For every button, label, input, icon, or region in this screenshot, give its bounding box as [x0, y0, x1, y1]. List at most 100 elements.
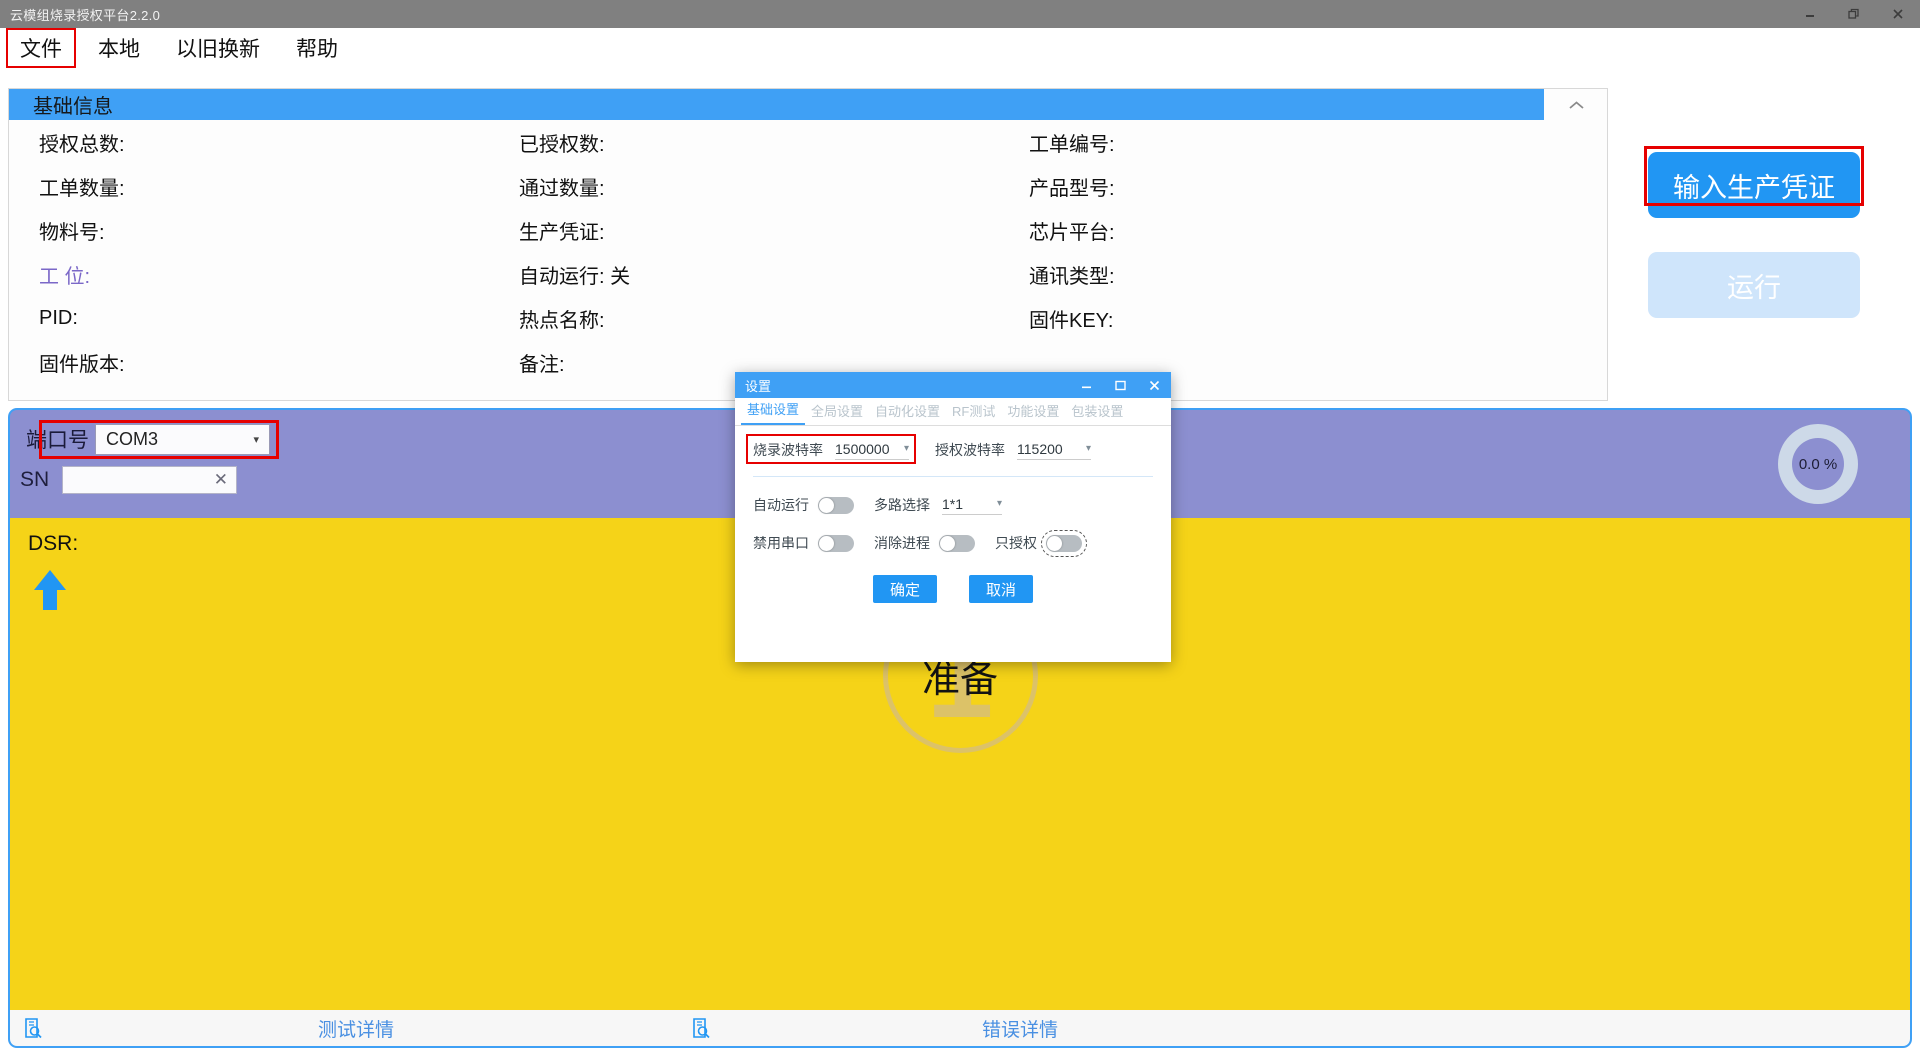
burn-baud-highlight — [746, 434, 916, 464]
settings-minimize-button[interactable] — [1069, 372, 1103, 398]
label-production-credential: 生产凭证: — [519, 221, 605, 244]
label-firmware-key: 固件KEY: — [1029, 309, 1114, 332]
auto-run-toggle[interactable] — [818, 496, 854, 514]
basic-info-title: 基础信息 — [33, 96, 113, 118]
clear-icon[interactable]: ✕ — [214, 470, 228, 490]
tab-function-settings[interactable]: 功能设置 — [1001, 401, 1065, 425]
settings-tabs: 基础设置 全局设置 自动化设置 RF测试 功能设置 包装设置 — [735, 398, 1171, 426]
disable-serial-label: 禁用串口 — [753, 535, 809, 551]
toggle-knob — [940, 535, 955, 551]
tab-basic-settings[interactable]: 基础设置 — [741, 399, 806, 425]
menu-item-trade-in[interactable]: 以旧换新 — [162, 28, 274, 68]
ok-button[interactable]: 确定 — [873, 575, 937, 603]
tab-rf-test[interactable]: RF测试 — [946, 401, 1001, 425]
auto-run-label: 自动运行 — [753, 497, 809, 513]
toggle-knob — [1047, 535, 1062, 551]
cancel-button[interactable]: 取消 — [969, 575, 1033, 603]
divider — [753, 476, 1153, 477]
toggle-knob — [819, 535, 834, 551]
toggle-knob — [819, 497, 834, 513]
menu-item-help[interactable]: 帮助 — [282, 28, 352, 68]
label-work-order-qty: 工单数量: — [39, 177, 125, 200]
close-icon — [1149, 380, 1159, 390]
info-row: 物料号: 生产凭证: 芯片平台: — [9, 208, 1607, 252]
close-button[interactable] — [1876, 0, 1920, 28]
sn-input-wrap[interactable]: ✕ — [62, 466, 237, 494]
disable-serial-toggle[interactable] — [818, 534, 854, 552]
close-icon — [1893, 9, 1903, 19]
info-row: 工 位: 自动运行: 关 通讯类型: — [9, 252, 1607, 296]
chevron-down-icon: ▾ — [996, 498, 1002, 509]
progress-gauge: 0.0 % — [1778, 424, 1858, 504]
error-detail-label[interactable]: 错误详情 — [982, 1015, 1058, 1042]
test-detail-button[interactable] — [24, 1017, 43, 1039]
tab-package-settings[interactable]: 包装设置 — [1065, 401, 1129, 425]
auth-baud-field: 授权波特率 115200 ▾ — [935, 440, 1091, 460]
kill-process-label: 消除进程 — [874, 535, 930, 551]
label-comm-type: 通讯类型: — [1029, 265, 1115, 288]
auth-baud-select[interactable]: 115200 ▾ — [1017, 441, 1091, 460]
window-titlebar: 云模组烧录授权平台2.2.0 — [0, 0, 1920, 28]
settings-maximize-button[interactable] — [1103, 372, 1137, 398]
info-row: 授权总数: 已授权数: 工单编号: — [9, 120, 1607, 164]
maximize-icon — [1114, 380, 1126, 390]
chevron-up-icon — [1568, 100, 1584, 109]
label-total-auth: 授权总数: — [39, 133, 125, 156]
window-controls — [1788, 0, 1920, 28]
sn-row: SN ✕ — [20, 466, 237, 494]
label-auto-run-status: 自动运行: 关 — [519, 265, 631, 288]
settings-dialog-title: 设置 — [745, 378, 772, 394]
label-material-no: 物料号: — [39, 221, 105, 244]
auth-baud-value: 115200 — [1017, 440, 1063, 457]
minimize-button[interactable] — [1788, 0, 1832, 28]
bottom-status-bar: 测试详情 错误详情 — [8, 1010, 1912, 1048]
enter-production-credential-button[interactable]: 输入生产凭证 — [1644, 146, 1864, 218]
label-firmware-version: 固件版本: — [39, 353, 125, 376]
label-product-model: 产品型号: — [1029, 177, 1115, 200]
window-title: 云模组烧录授权平台2.2.0 — [10, 7, 161, 23]
collapse-panel-button[interactable] — [1563, 94, 1589, 116]
settings-dialog-body: 烧录波特率 1500000 ▾ 授权波特率 115200 ▾ 自动运行 多路选择… — [735, 426, 1171, 603]
settings-dialog-titlebar: 设置 — [735, 372, 1171, 398]
run-button[interactable]: 运行 — [1648, 252, 1860, 318]
multi-select[interactable]: 1*1 ▾ — [942, 496, 1002, 515]
restore-button[interactable] — [1832, 0, 1876, 28]
multi-select-label: 多路选择 — [874, 497, 930, 513]
kill-process-toggle[interactable] — [939, 534, 975, 552]
error-detail-button[interactable] — [692, 1017, 711, 1039]
tab-global-settings[interactable]: 全局设置 — [805, 401, 869, 425]
only-auth-toggle[interactable] — [1041, 529, 1087, 557]
credential-button-highlight — [1644, 146, 1864, 206]
label-chip-platform: 芯片平台: — [1029, 221, 1115, 244]
document-search-icon — [693, 1017, 710, 1038]
auto-run-row: 自动运行 多路选择 1*1 ▾ — [753, 495, 1153, 515]
only-auth-label: 只授权 — [995, 535, 1037, 551]
multi-select-value: 1*1 — [942, 495, 964, 512]
basic-info-panel: 基础信息 授权总数: 已授权数: 工单编号: 工单数量: 通过数量: 产品型号:… — [8, 88, 1608, 401]
document-search-icon — [25, 1017, 42, 1038]
progress-gauge-value: 0.0 % — [1792, 438, 1844, 490]
sn-label: SN — [20, 468, 50, 491]
menu-bar: 文件 本地 以旧换新 帮助 — [0, 28, 1920, 68]
label-work-order-no: 工单编号: — [1029, 133, 1115, 156]
label-hotspot-name: 热点名称: — [519, 309, 605, 332]
minimize-icon — [1806, 15, 1814, 17]
run-button-label: 运行 — [1727, 272, 1781, 303]
sn-input[interactable] — [71, 470, 211, 490]
basic-info-header: 基础信息 — [9, 89, 1544, 120]
info-row: PID: 热点名称: 固件KEY: — [9, 296, 1607, 340]
test-detail-label[interactable]: 测试详情 — [318, 1015, 394, 1042]
baud-rate-row: 烧录波特率 1500000 ▾ 授权波特率 115200 ▾ — [746, 434, 1153, 464]
switch-row: 禁用串口 消除进程 只授权 — [753, 529, 1153, 557]
tab-automation-settings[interactable]: 自动化设置 — [869, 401, 946, 425]
settings-close-button[interactable] — [1137, 372, 1171, 398]
settings-dialog-actions: 确定 取消 — [753, 575, 1153, 603]
port-highlight — [39, 419, 279, 459]
burn-baud-field: 烧录波特率 1500000 ▾ — [746, 434, 916, 464]
menu-item-local[interactable]: 本地 — [84, 28, 154, 68]
restore-icon — [1848, 8, 1859, 19]
port-select-wrap: COM3 ▾ — [39, 419, 279, 459]
menu-item-file[interactable]: 文件 — [6, 28, 76, 68]
info-row: 工单数量: 通过数量: 产品型号: — [9, 164, 1607, 208]
minimize-icon — [1081, 386, 1091, 388]
